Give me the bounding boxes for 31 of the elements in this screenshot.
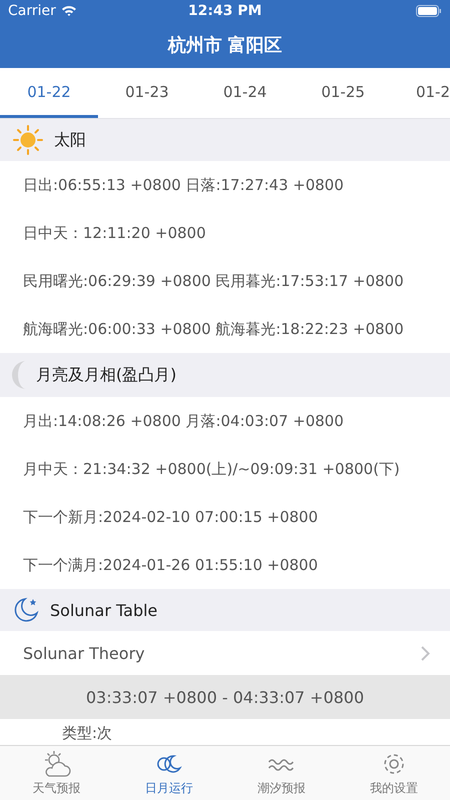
info-text: 下一个新月:2024-02-10 07:00:15 +0800: [22, 506, 319, 528]
info-text: 航海曙光:06:00:33 +0800 航海暮光:18:22:23 +0800: [22, 318, 405, 340]
time-period: 03:33:07 +0800 - 04:33:07 +0800: [0, 675, 450, 719]
date-tab[interactable]: 01-25: [294, 68, 392, 118]
info-text: 月中天：21:34:32 +0800(上)/~09:09:31 +0800(下): [22, 458, 401, 480]
period-type: 类型:次: [61, 723, 114, 743]
info-text: 月出:14:08:26 +0800 月落:04:03:07 +0800: [22, 410, 345, 432]
section-title: 太阳: [54, 130, 86, 150]
sun-icon: [12, 124, 44, 156]
info-text: 日出:06:55:13 +0800 日落:17:27:43 +0800: [22, 174, 345, 196]
tab-bar-item[interactable]: 我的设置: [338, 746, 450, 800]
tab-bar-item[interactable]: 天气预报: [0, 746, 112, 800]
info-text: 日中天：12:11:20 +0800: [22, 222, 207, 244]
clock-time: 12:43 PM: [188, 3, 262, 19]
section-title: 月亮及月相(盈凸月): [36, 364, 176, 386]
tab-bar-item[interactable]: 潮汐预报: [225, 746, 338, 800]
solunar-theory-row[interactable]: Solunar Theory: [0, 631, 450, 675]
carrier-label: Carrier: [8, 3, 56, 19]
info-text: 民用曙光:06:29:39 +0800 民用暮光:17:53:17 +0800: [22, 270, 405, 292]
info-text: 下一个满月:2024-01-26 01:55:10 +0800: [22, 554, 319, 576]
section-title: Solunar Table: [50, 600, 158, 620]
moon-star-icon: [12, 596, 40, 624]
battery-icon: [416, 5, 442, 17]
tab-bar-item[interactable]: 日月运行: [112, 746, 225, 800]
location-title: 杭州市 富阳区: [168, 34, 282, 57]
date-tab[interactable]: 01-2: [392, 68, 450, 118]
wifi-icon: [60, 5, 77, 17]
crescent-moon-icon: [12, 361, 26, 389]
date-tab[interactable]: 01-24: [196, 68, 294, 118]
chevron-right-icon: [421, 646, 430, 660]
date-tab[interactable]: 01-23: [98, 68, 196, 118]
